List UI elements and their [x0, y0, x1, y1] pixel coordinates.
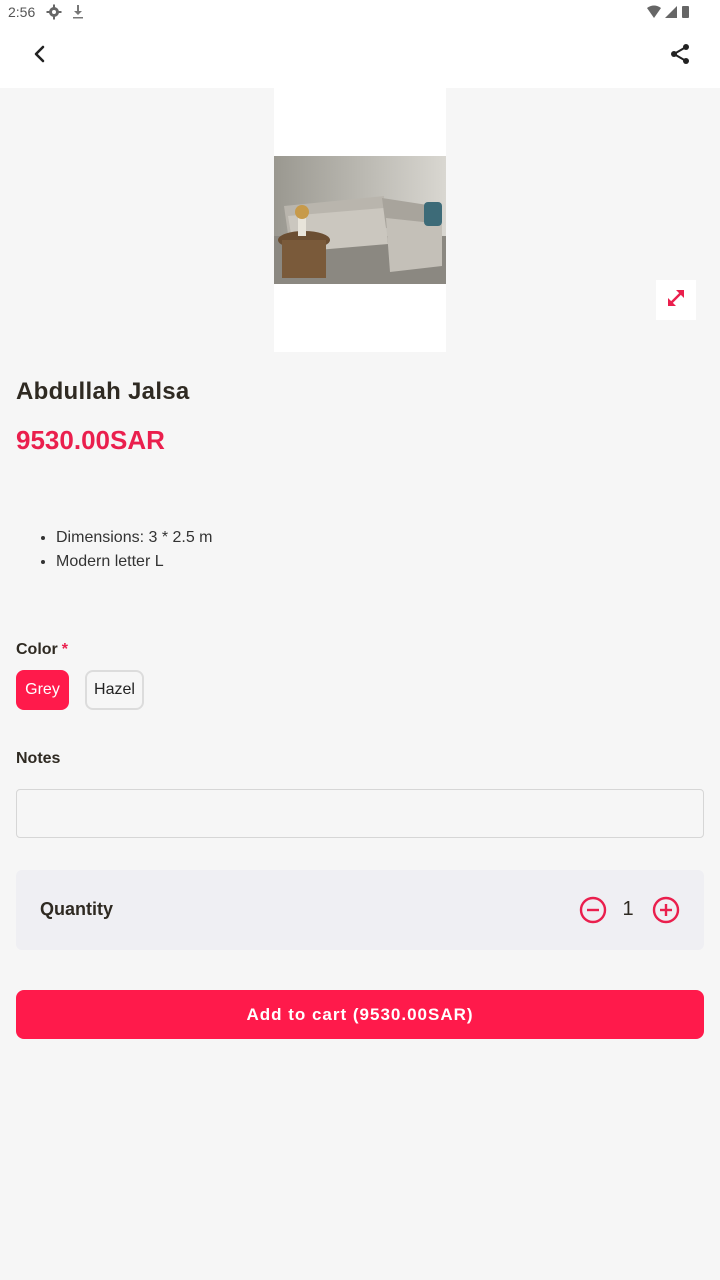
quantity-label: Quantity: [40, 899, 114, 919]
color-option-label: Color *: [16, 641, 68, 659]
product-image-frame[interactable]: [274, 88, 446, 352]
product-price: 9530.00SAR: [16, 425, 165, 455]
notes-label: Notes: [16, 750, 61, 767]
notes-input[interactable]: [16, 789, 704, 838]
quantity-value: 1: [622, 898, 634, 920]
battery-icon: [682, 6, 689, 18]
status-right-icons: [646, 5, 694, 24]
description-item: Dimensions: 3 * 2.5 m: [56, 526, 213, 550]
plus-circle-icon: [651, 896, 681, 929]
quantity-increase-button[interactable]: [651, 895, 681, 925]
back-button[interactable]: [20, 36, 60, 76]
expand-image-button[interactable]: [656, 280, 696, 320]
color-chip-hazel[interactable]: Hazel: [85, 670, 144, 710]
wifi-icon: [647, 5, 661, 18]
cell-signal-icon: [665, 6, 677, 18]
quantity-decrease-button[interactable]: [578, 895, 608, 925]
add-to-cart-button[interactable]: Add to cart (9530.00SAR): [16, 990, 704, 1039]
expand-arrows-icon: [665, 287, 687, 314]
status-time: 2:56: [8, 4, 36, 20]
description-item: Modern letter L: [56, 550, 213, 574]
chevron-left-icon: [32, 45, 48, 68]
app-bar: [0, 24, 720, 88]
required-marker: *: [61, 641, 69, 658]
settings-gear-icon: [46, 4, 62, 25]
status-bar: 2:56: [0, 0, 720, 24]
share-button[interactable]: [660, 36, 700, 76]
minus-circle-icon: [578, 896, 608, 929]
download-icon: [71, 4, 85, 25]
product-image-area: [0, 88, 720, 352]
color-chip-grey[interactable]: Grey: [16, 670, 69, 710]
product-photo: [274, 156, 446, 284]
product-title: Abdullah Jalsa: [16, 378, 190, 405]
product-description-list: Dimensions: 3 * 2.5 m Modern letter L: [56, 526, 213, 574]
share-icon: [669, 43, 691, 70]
color-label-text: Color: [16, 641, 58, 658]
quantity-card: Quantity 1: [16, 870, 704, 950]
